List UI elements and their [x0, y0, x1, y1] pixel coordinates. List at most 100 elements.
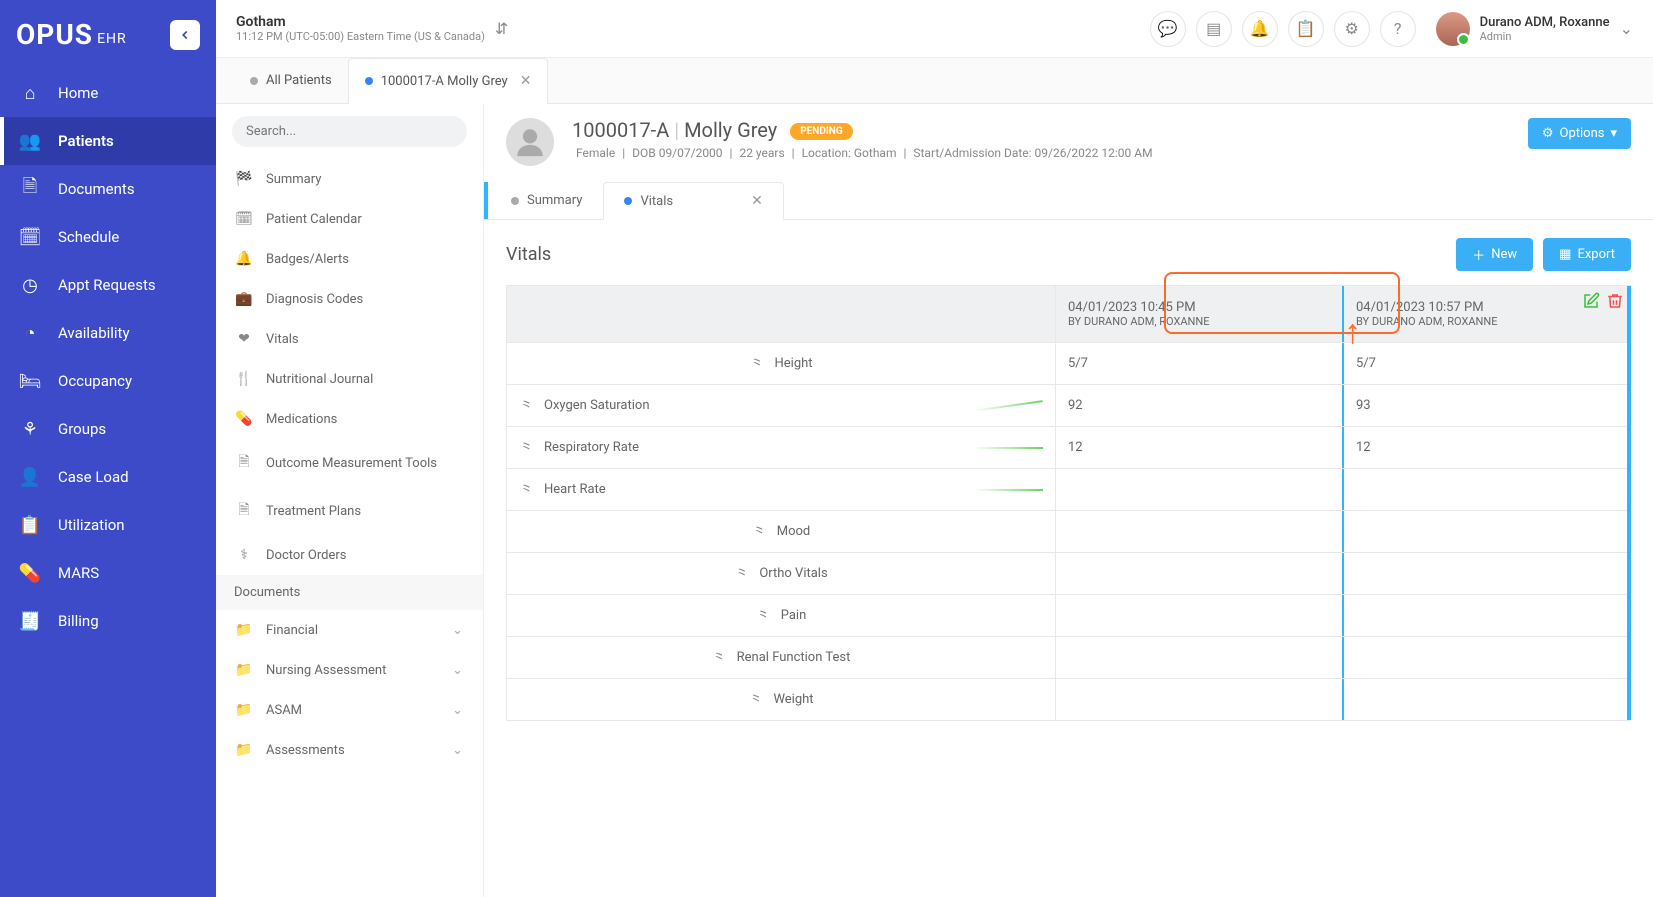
nav-label: Utilization: [58, 516, 125, 534]
table-row: ⺀Renal Function Test: [507, 636, 1630, 678]
nav-mars[interactable]: 💊MARS: [0, 549, 216, 597]
vitals-table: 04/01/2023 10:45 PMBY DURANO ADM, ROXANN…: [506, 285, 1631, 721]
main-sidebar: OPUS EHR ⌂Home 👥Patients 🗎Documents 🗓Sch…: [0, 0, 216, 897]
table-row: ⺀Mood: [507, 510, 1630, 552]
vital-label: Height: [774, 356, 812, 371]
right-accent: [1627, 286, 1631, 720]
row-label-cell: ⺀Pain: [507, 595, 1055, 636]
sub-outcome[interactable]: 🗎Outcome Measurement Tools: [216, 439, 483, 487]
tools-icon: 🗎: [236, 451, 252, 475]
location-selector[interactable]: Gotham 11:12 PM (UTC-05:00) Eastern Time…: [236, 14, 508, 43]
nav-caseload[interactable]: 👤Case Load: [0, 453, 216, 501]
patient-loc: Location: Gotham: [802, 146, 897, 160]
table-cell: [1055, 595, 1342, 636]
tasks-button[interactable]: 📋: [1288, 11, 1324, 47]
chevron-left-icon: [178, 28, 192, 42]
location-timezone: 11:12 PM (UTC-05:00) Eastern Time (US & …: [236, 30, 485, 43]
nav-schedule[interactable]: 🗓Schedule: [0, 213, 216, 261]
table-cell: [1342, 511, 1630, 552]
bell-button[interactable]: 🔔: [1242, 11, 1278, 47]
table-row: ⺀Ortho Vitals: [507, 552, 1630, 594]
sub-vitals[interactable]: ❤Vitals: [216, 319, 483, 359]
sub-calendar[interactable]: 🗓Patient Calendar: [216, 199, 483, 239]
sub-orders[interactable]: ⚕Doctor Orders: [216, 535, 483, 575]
chat-button[interactable]: 💬: [1150, 11, 1186, 47]
patient-name: Molly Grey: [684, 118, 777, 142]
settings-button[interactable]: ⚙: [1334, 11, 1370, 47]
nav-utilization[interactable]: 📋Utilization: [0, 501, 216, 549]
folder-icon: 📁: [236, 742, 252, 758]
sub-label: Treatment Plans: [266, 504, 361, 519]
table-row: ⺀Heart Rate: [507, 468, 1630, 510]
nav-appt[interactable]: ◷Appt Requests: [0, 261, 216, 309]
sub-tx[interactable]: 🗎Treatment Plans: [216, 487, 483, 535]
export-button[interactable]: ▦Export: [1543, 238, 1631, 271]
patient-meta: Female | DOB 09/07/2000 | 22 years | Loc…: [572, 146, 1510, 160]
bed-icon: 🛏: [20, 371, 40, 391]
tab-all-patients[interactable]: All Patients: [234, 58, 348, 103]
caseload-icon: 👤: [20, 467, 40, 487]
main-column: Gotham 11:12 PM (UTC-05:00) Eastern Time…: [216, 0, 1653, 897]
tab-dot-icon: [250, 77, 258, 85]
chevron-down-icon: ⌄: [452, 703, 463, 718]
doc-asam[interactable]: 📁ASAM⌄: [216, 690, 483, 730]
sub-meds[interactable]: 💊Medications: [216, 399, 483, 439]
nav-label: Schedule: [58, 228, 119, 246]
vital-label: Mood: [777, 524, 811, 539]
sub-nutrition[interactable]: 🍴Nutritional Journal: [216, 359, 483, 399]
doc-nursing[interactable]: 📁Nursing Assessment⌄: [216, 650, 483, 690]
collapse-button[interactable]: [170, 20, 200, 50]
sub-label: Doctor Orders: [266, 548, 347, 563]
delete-icon[interactable]: [1606, 292, 1624, 310]
table-cell: [1342, 637, 1630, 678]
help-button[interactable]: ?: [1380, 11, 1416, 47]
vital-label: Weight: [773, 692, 813, 707]
sub-summary[interactable]: 🏁Summary: [216, 159, 483, 199]
nav-availability[interactable]: ◔Availability: [0, 309, 216, 357]
bell-icon: 🔔: [1250, 19, 1270, 38]
column-header[interactable]: 04/01/2023 10:45 PMBY DURANO ADM, ROXANN…: [1055, 286, 1342, 342]
gear-icon: ⚙: [1344, 19, 1358, 38]
nav-groups[interactable]: ⚘Groups: [0, 405, 216, 453]
vitals-title: Vitals: [506, 244, 551, 265]
sparkline-icon: [973, 400, 1043, 412]
sub-badges[interactable]: 🔔Badges/Alerts: [216, 239, 483, 279]
vital-icon: ⺀: [749, 353, 764, 374]
nav-billing[interactable]: 🧾Billing: [0, 597, 216, 645]
bell-icon: 🔔: [236, 251, 252, 267]
logo: OPUS EHR: [16, 18, 127, 51]
sort-icon: ⇵: [495, 19, 508, 38]
close-icon[interactable]: ✕: [751, 193, 763, 209]
table-cell: [1055, 637, 1342, 678]
search-input[interactable]: [232, 116, 467, 147]
doc-financial[interactable]: 📁Financial⌄: [216, 610, 483, 650]
documents-header: Documents: [216, 575, 483, 610]
table-cell: [1055, 511, 1342, 552]
tab-label: 1000017-A Molly Grey: [381, 74, 508, 89]
user-menu[interactable]: Durano ADM, Roxanne Admin ⌄: [1436, 12, 1633, 46]
nav-patients[interactable]: 👥Patients: [0, 117, 216, 165]
tab-patient[interactable]: 1000017-A Molly Grey ✕: [348, 58, 549, 104]
nav-occupancy[interactable]: 🛏Occupancy: [0, 357, 216, 405]
nav-home[interactable]: ⌂Home: [0, 69, 216, 117]
inner-tab-vitals[interactable]: Vitals ✕: [603, 182, 783, 220]
table-cell: 5/7: [1055, 343, 1342, 384]
options-button[interactable]: ⚙ Options ▾: [1528, 118, 1631, 149]
col-author: BY DURANO ADM, ROXANNE: [1356, 315, 1618, 328]
nav-label: MARS: [58, 564, 99, 582]
row-label-cell: ⺀ Height: [507, 343, 1055, 384]
sub-dx[interactable]: 💼Diagnosis Codes: [216, 279, 483, 319]
close-icon[interactable]: ✕: [520, 73, 532, 89]
edit-icon[interactable]: [1582, 292, 1600, 310]
new-button[interactable]: ＋New: [1456, 238, 1533, 271]
column-header[interactable]: 04/01/2023 10:57 PMBY DURANO ADM, ROXANN…: [1342, 286, 1630, 342]
nav-label: Billing: [58, 612, 99, 630]
row-label-cell: ⺀Weight: [507, 679, 1055, 720]
note-button[interactable]: ▤: [1196, 11, 1232, 47]
doc-assess[interactable]: 📁Assessments⌄: [216, 730, 483, 770]
briefcase-icon: 💼: [236, 291, 252, 307]
inner-tab-summary[interactable]: Summary: [490, 182, 603, 219]
vital-label: Respiratory Rate: [544, 440, 639, 455]
plus-icon: ＋: [1472, 245, 1485, 264]
nav-documents[interactable]: 🗎Documents: [0, 165, 216, 213]
